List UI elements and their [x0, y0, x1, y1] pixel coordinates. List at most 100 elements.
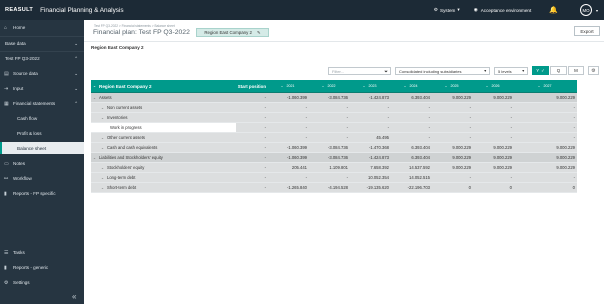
year-header[interactable]: ⌄ 2023 — [350, 80, 391, 92]
breadcrumb: Test FP Q3-2022 > Financial statements >… — [94, 24, 175, 28]
environment-menu[interactable]: ◉ Acceptance environment — [474, 7, 532, 13]
row-label[interactable]: ⌄ Assets — [91, 93, 236, 102]
chevron-down-icon: ▼ — [483, 69, 487, 73]
avatar[interactable]: MO — [579, 4, 592, 16]
expand-icon[interactable]: ⌄ — [444, 84, 447, 88]
row-label[interactable]: ⌄ Stockholders' equity — [91, 163, 236, 172]
sidebar-item-financial-statements[interactable]: ▦ Financial statements ⌃ — [0, 98, 84, 109]
sidebar-item-profit-loss[interactable]: Profit & loss — [0, 128, 84, 139]
value-cell: - — [387, 115, 389, 120]
table-row: ⌄ Non current assets - - - - - - - - — [91, 103, 577, 113]
expand-icon[interactable]: ⌄ — [321, 84, 324, 88]
levels-select[interactable]: 5 levels ▼ — [494, 67, 528, 75]
row-label[interactable]: ⌄ Short-term debt — [91, 183, 236, 192]
filter-icon[interactable]: ⏷ — [384, 69, 388, 74]
value-cell: - — [573, 115, 575, 120]
entity-tab[interactable]: Region East Company 2 ✎ — [196, 28, 269, 37]
sidebar-item-balance-sheet[interactable]: Balance sheet — [0, 142, 84, 154]
period-year-button[interactable]: Y ✓ — [532, 66, 549, 75]
bell-icon[interactable]: 🔔 — [549, 6, 558, 14]
year-header[interactable]: ⌄ 2025 — [432, 80, 473, 92]
collapse-all-icon[interactable]: ⌄ — [93, 84, 96, 88]
table-row: ⌄ Inventories - - - - - - - - — [91, 113, 577, 123]
sidebar-item-tasks[interactable]: ☰ Tasks — [0, 247, 84, 258]
expand-icon[interactable]: ⌄ — [485, 84, 488, 88]
sidebar-item-reports-generic[interactable]: ▮ Reports - generic — [0, 262, 84, 273]
value-cell: - — [469, 115, 471, 120]
value-cell: -22.196.703 — [407, 185, 430, 190]
system-menu[interactable]: ⚙ System ▾ — [434, 7, 460, 13]
sidebar-item-cash-flow[interactable]: Cash flow — [0, 113, 84, 124]
expand-icon[interactable]: ⌄ — [101, 186, 104, 190]
value-cell: - — [510, 175, 512, 180]
reports-icon: ▮ — [4, 190, 7, 197]
expand-icon[interactable]: ⌄ — [101, 136, 104, 140]
notes-icon: ▭ — [4, 160, 9, 167]
expand-icon[interactable]: ⌄ — [403, 84, 406, 88]
value-cell: -1.060.399 — [286, 95, 307, 100]
sidebar-item-workflow[interactable]: ⚯ Workflow — [0, 173, 84, 184]
row-label[interactable]: ⌄ Other current assets — [91, 133, 236, 142]
expand-icon[interactable]: ⌄ — [101, 146, 104, 150]
sidebar: ⌂ Home Base data ⌄ Test FP Q3-2022 ⌃ ▤ S… — [0, 20, 84, 304]
table-row: ⌄ Stockholders' equity - 205.441 1.109.80… — [91, 163, 577, 173]
sidebar-item-source-data[interactable]: ▤ Source data ⌄ — [0, 68, 84, 79]
sidebar-item-label: Workflow — [13, 176, 32, 181]
filter-input[interactable]: Filter... ⏷ — [328, 67, 391, 75]
row-label[interactable]: ⌄ Inventories — [91, 113, 236, 122]
value-cell: - — [346, 175, 348, 180]
filter-placeholder: Filter... — [332, 68, 345, 74]
period-quarter-button[interactable]: Q — [550, 66, 567, 75]
period-month-button[interactable]: M — [568, 66, 584, 75]
sidebar-item-label: Financial statements — [13, 101, 56, 106]
chevron-down-icon[interactable]: ▾ — [596, 8, 598, 13]
year-header[interactable]: ⌄ 2022 — [309, 80, 350, 92]
consolidation-select[interactable]: Consolidated including subsidiaries ▼ — [395, 67, 490, 75]
expand-icon[interactable]: ⌄ — [280, 84, 283, 88]
sidebar-item-label: Input — [13, 86, 24, 91]
value-cell: - — [573, 105, 575, 110]
expand-icon[interactable]: ⌄ — [362, 84, 365, 88]
year-header[interactable]: ⌄ 2021 — [268, 80, 309, 92]
sidebar-item-input[interactable]: ⇥ Input ⌄ — [0, 83, 84, 94]
value-cell: 0 — [509, 185, 512, 190]
levels-value: 5 levels — [498, 68, 512, 74]
sidebar-item-notes[interactable]: ▭ Notes — [0, 158, 84, 169]
value-cell: 10.052.354 — [368, 175, 389, 180]
collapse-icon[interactable]: ⌄ — [93, 96, 96, 100]
value-cell: -1.060.399 — [286, 155, 307, 160]
table-row: ⌄ Liabilities and Stockholders' equity - … — [91, 153, 577, 163]
expand-icon[interactable]: ⌄ — [101, 106, 104, 110]
app-title: Financial Planning & Analysis — [40, 6, 124, 14]
sidebar-item-home[interactable]: ⌂ Home — [0, 22, 84, 33]
row-label[interactable]: ⌄ Long-term debt — [91, 173, 236, 182]
check-icon: ✓ — [541, 67, 545, 73]
sidebar-item-label: Profit & loss — [17, 131, 42, 136]
collapse-icon[interactable]: ⌄ — [93, 156, 96, 160]
company-header[interactable]: ⌄ Region East Company 2 — [91, 80, 236, 92]
expand-icon[interactable]: ⌄ — [537, 84, 540, 88]
value-cell: - — [305, 105, 307, 110]
row-label[interactable]: ⌄ Cash and cash equivalents — [91, 143, 236, 152]
sidebar-item-label: Source data — [13, 71, 38, 76]
collapse-icon[interactable]: ⌄ — [101, 116, 104, 120]
year-header[interactable]: ⌄ 2026 — [473, 80, 514, 92]
expand-icon[interactable]: ⌄ — [101, 166, 104, 170]
sidebar-item-base-data[interactable]: Base data ⌄ — [0, 38, 84, 49]
sidebar-item-label: Test FP Q3-2022 — [5, 56, 40, 61]
row-label[interactable]: ⌄ Liabilities and Stockholders' equity — [91, 153, 236, 162]
pencil-icon[interactable]: ✎ — [257, 30, 261, 36]
sidebar-item-settings[interactable]: ⚙ Settings — [0, 277, 84, 288]
start-cell: - — [264, 165, 266, 170]
year-header[interactable]: ⌄ 2024 — [391, 80, 432, 92]
value-cell: - — [428, 125, 430, 130]
expand-icon[interactable]: ⌄ — [101, 176, 104, 180]
table-header: ⌄ Region East Company 2 Start position ⌄… — [91, 80, 577, 93]
sidebar-item-plan[interactable]: Test FP Q3-2022 ⌃ — [0, 53, 84, 64]
row-label[interactable]: ⌄ Non current assets — [91, 103, 236, 112]
sidebar-item-reports-fp[interactable]: ▮ Reports - FP specific — [0, 188, 84, 199]
collapse-sidebar-icon[interactable]: « — [72, 292, 76, 301]
export-button[interactable]: Export — [574, 26, 600, 36]
table-settings-button[interactable]: ⚙ — [588, 66, 599, 75]
year-header[interactable]: ⌄ 2027 — [514, 80, 577, 92]
